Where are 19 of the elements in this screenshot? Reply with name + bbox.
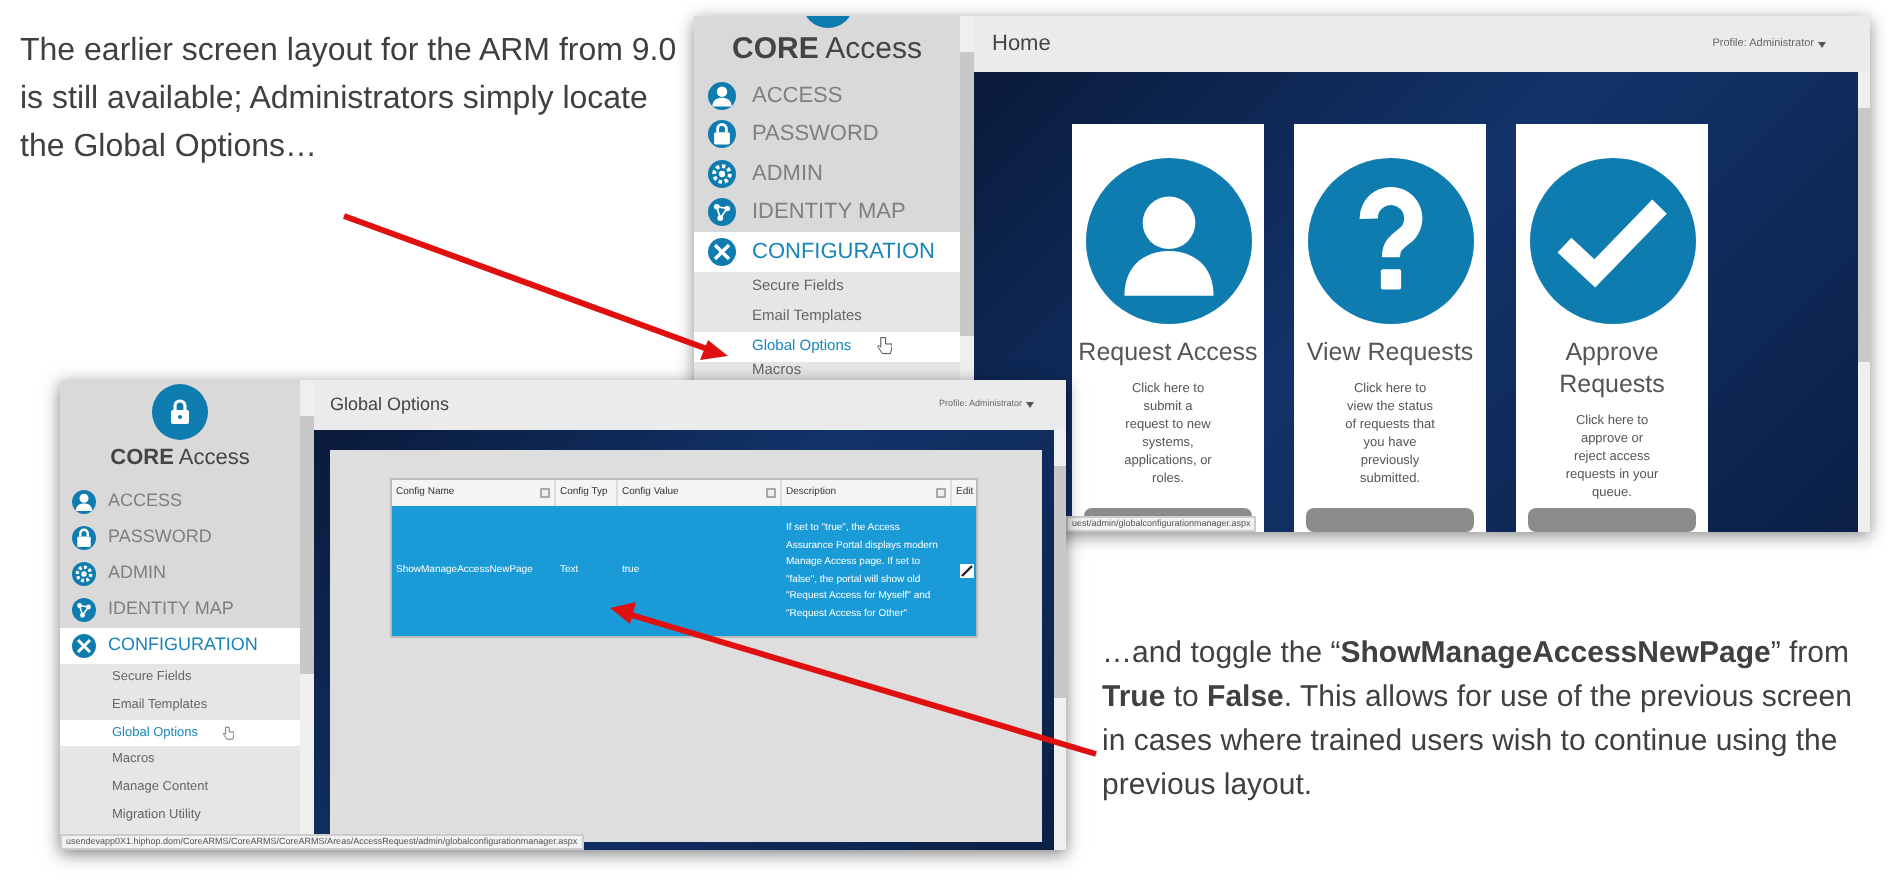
card-title: Request Access bbox=[1076, 336, 1260, 368]
card-title: View Requests bbox=[1304, 336, 1476, 368]
app-logo-text: CORE Access bbox=[731, 30, 923, 70]
menu-item[interactable]: IDENTITY MAP bbox=[694, 193, 960, 232]
intro-paragraph: The earlier screen layout for the ARM from 9.0 is still available; Administrators simply locate the Global Options… bbox=[20, 32, 679, 168]
menu-item[interactable]: ACCESS bbox=[694, 76, 960, 115]
app-logo-text: CORE Access bbox=[110, 444, 250, 472]
menu-item[interactable]: IDENTITY MAP bbox=[60, 592, 300, 628]
page-title: Global Options bbox=[330, 391, 450, 418]
callout-paragraph: …and toggle the “ShowManageAccessNewPage” from True to False. This allows for use of the previous screen in cases where trained users wish to continue using the previous layout. bbox=[1102, 634, 1854, 806]
card-title: Approve Requests bbox=[1557, 336, 1667, 400]
page-title: Home bbox=[992, 29, 1051, 60]
menu-item[interactable]: ADMIN bbox=[60, 556, 300, 592]
menu-item[interactable]: PASSWORD bbox=[60, 520, 300, 556]
menu-item[interactable]: ADMIN bbox=[694, 154, 960, 193]
menu-item[interactable]: CONFIGURATION bbox=[694, 232, 960, 271]
menu-item[interactable]: PASSWORD bbox=[694, 115, 960, 154]
menu-item[interactable]: ACCESS bbox=[60, 484, 300, 520]
menu-item[interactable]: CONFIGURATION bbox=[60, 628, 300, 664]
